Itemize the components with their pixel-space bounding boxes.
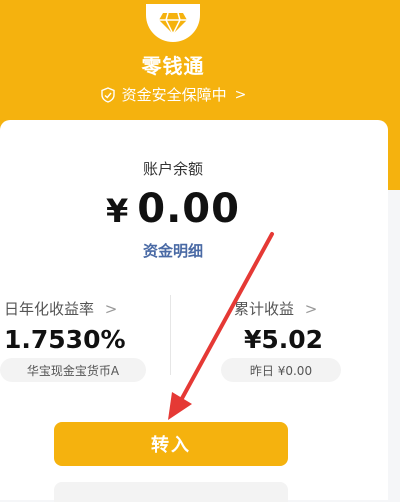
chevron-right-icon: >	[234, 86, 247, 103]
account-card: 账户余额 ¥0.00 资金明细 日年化收益率 > 1.7530% 华宝现金宝货币…	[0, 120, 388, 502]
security-text: 资金安全保障中	[121, 86, 227, 104]
stats-divider	[170, 295, 171, 375]
total-income-link[interactable]: 累计收益 >	[234, 298, 317, 319]
yield-label-link[interactable]: 日年化收益率 >	[4, 298, 117, 319]
total-income-label: 累计收益	[234, 300, 295, 318]
chevron-right-icon: >	[104, 300, 118, 318]
app-title: 零钱通	[141, 54, 205, 78]
currency-symbol: ¥	[106, 192, 130, 230]
balance-value: 0.00	[137, 186, 240, 232]
transfer-in-button[interactable]: 转入	[54, 422, 288, 466]
fund-name-pill[interactable]: 华宝现金宝货币A	[0, 358, 146, 382]
yield-label: 日年化收益率	[4, 300, 95, 318]
fund-detail-link[interactable]: 资金明细	[0, 240, 346, 261]
app-logo	[146, 4, 200, 42]
secondary-button[interactable]	[54, 482, 288, 502]
chevron-right-icon: >	[304, 300, 318, 318]
security-link[interactable]: 资金安全保障中 >	[0, 84, 346, 105]
shield-icon	[100, 86, 115, 103]
yesterday-income-pill: 昨日 ¥0.00	[221, 358, 341, 382]
balance-amount: ¥0.00	[0, 186, 346, 232]
yield-value: 1.7530%	[4, 325, 126, 354]
diamond-icon	[159, 12, 187, 35]
balance-label: 账户余额	[142, 160, 203, 178]
total-income-value: ¥5.02	[244, 325, 324, 354]
